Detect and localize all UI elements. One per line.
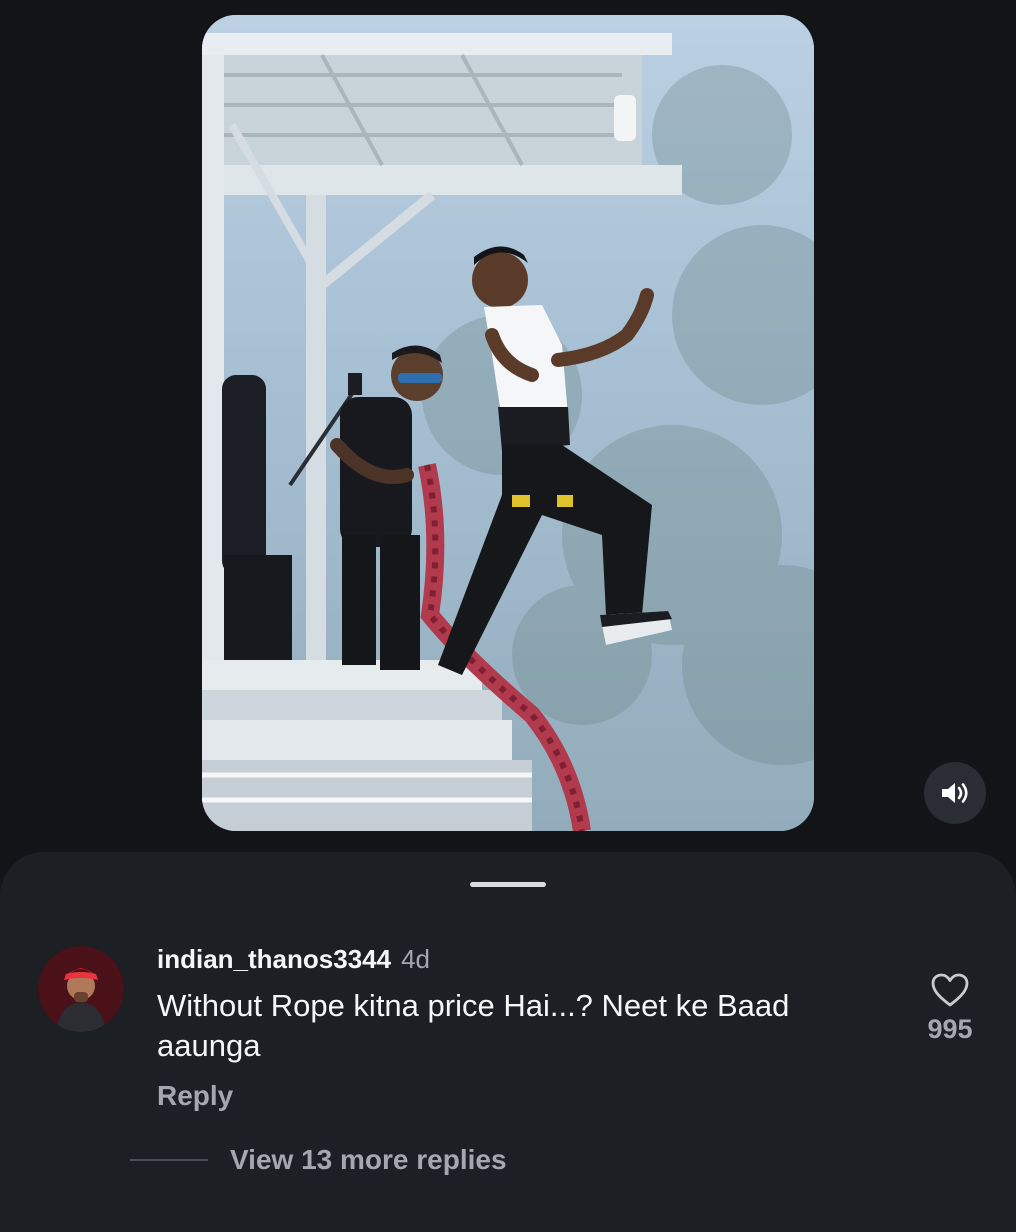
comment-body: indian_thanos3344 4d Without Rope kitna …	[157, 944, 887, 1112]
view-replies-label: View 13 more replies	[230, 1144, 507, 1175]
like-count: 995	[927, 1014, 973, 1044]
user-avatar-image	[38, 946, 124, 1032]
comment-timestamp: 4d	[401, 944, 430, 974]
view-more-replies-button[interactable]: View 13 more replies	[130, 1144, 507, 1176]
bungee-jump-video-still	[202, 15, 814, 831]
like-block: 995	[918, 972, 982, 1045]
avatar[interactable]	[38, 946, 124, 1032]
comment-username[interactable]: indian_thanos3344	[157, 944, 391, 975]
sound-toggle-button[interactable]	[924, 762, 986, 824]
sheet-drag-handle[interactable]	[470, 882, 546, 887]
video-player[interactable]	[0, 0, 1016, 870]
speaker-volume-icon	[942, 783, 968, 803]
heart-outline-icon[interactable]	[930, 972, 970, 1008]
comment-text: Without Rope kitna price Hai...? Neet ke…	[157, 988, 790, 1063]
reply-button[interactable]: Reply	[157, 1080, 887, 1112]
replies-divider	[130, 1159, 208, 1161]
comments-sheet: indian_thanos3344 4d Without Rope kitna …	[0, 852, 1016, 1232]
comment-meta: indian_thanos3344 4d	[157, 944, 887, 980]
video-frame[interactable]	[202, 15, 814, 831]
